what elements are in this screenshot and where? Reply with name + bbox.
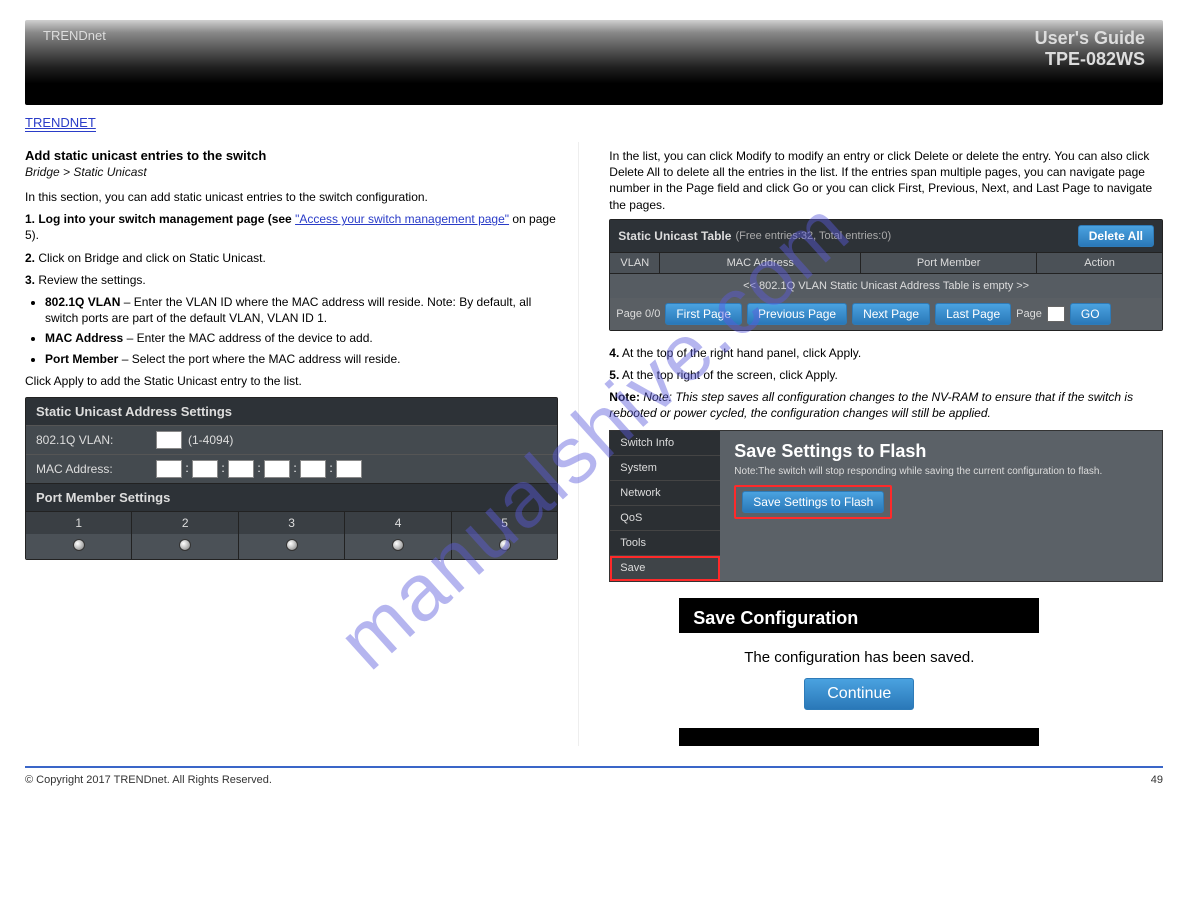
table-empty-msg: << 802.1Q VLAN Static Unicast Address Ta… [610,273,1162,298]
bullet-list: 802.1Q VLAN – Enter the VLAN ID where th… [45,294,558,367]
page-footer: © Copyright 2017 TRENDnet. All Rights Re… [25,766,1163,786]
save-title: Save Settings to Flash [734,441,1148,462]
intro-text: In this section, you can add static unic… [25,189,558,205]
mac-input-4[interactable] [264,460,290,478]
next-page-button[interactable]: Next Page [852,303,930,325]
nav-qos[interactable]: QoS [610,506,720,531]
step1-link[interactable]: "Access your switch management page" [295,212,509,226]
port-radio-4[interactable] [392,539,404,551]
mac-input-2[interactable] [192,460,218,478]
first-page-button[interactable]: First Page [665,303,742,325]
port-member-title: Port Member Settings [26,483,557,511]
list-item: 802.1Q VLAN – Enter the VLAN ID where th… [45,294,558,326]
step-2: 2. Click on Bridge and click on Static U… [25,250,558,266]
vlan-input[interactable] [156,431,182,449]
port-header: 4 [345,512,451,534]
mac-input-6[interactable] [336,460,362,478]
section-title: Add static unicast entries to the switch [25,148,558,163]
port-header: 1 [26,512,132,534]
brand-link[interactable]: TRENDNET [25,115,96,132]
nav-path: Bridge > Static Unicast [25,165,558,179]
continue-button[interactable]: Continue [804,678,914,710]
port-radio-3[interactable] [286,539,298,551]
col-mac: MAC Address [660,253,861,273]
port-header: 3 [239,512,345,534]
step-4: 4. At the top of the right hand panel, c… [609,345,1163,361]
nav-switch-info[interactable]: Switch Info [610,431,720,456]
port-header: 2 [132,512,238,534]
page-input[interactable] [1047,306,1065,322]
go-button[interactable]: GO [1070,303,1111,325]
step-3: 3. Review the settings. [25,272,558,288]
mac-input-3[interactable] [228,460,254,478]
nav-save[interactable]: Save [610,556,720,581]
mac-input-1[interactable] [156,460,182,478]
nav-network[interactable]: Network [610,481,720,506]
right-intro: In the list, you can click Modify to mod… [609,148,1163,213]
model-number: TPE-082WS [1035,49,1145,70]
page-word: Page [1016,308,1042,320]
last-page-button[interactable]: Last Page [935,303,1011,325]
sut-title: Static Unicast Table [618,229,731,243]
port-header: 5 [452,512,557,534]
port-radio-2[interactable] [179,539,191,551]
save-note: Note:The switch will stop responding whi… [734,466,1148,477]
step-5: 5. At the top right of the screen, click… [609,367,1163,383]
port-radio-1[interactable] [73,539,85,551]
nav-system[interactable]: System [610,456,720,481]
sut-meta: (Free entries:32, Total entries:0) [735,230,891,242]
vlan-range: (1-4094) [188,433,233,447]
step-1: 1. Log into your switch management page … [25,211,558,243]
col-action: Action [1037,253,1162,273]
brand-name: TRENDnet [43,28,106,43]
vlan-label: 802.1Q VLAN: [36,433,156,447]
page-label: Page 0/0 [616,308,660,320]
copyright: © Copyright 2017 TRENDnet. All Rights Re… [25,774,272,786]
note-5: Note: Note: This step saves all configur… [609,389,1163,421]
mac-label: MAC Address: [36,462,156,476]
prev-page-button[interactable]: Previous Page [747,303,847,325]
col-vlan: VLAN [610,253,660,273]
mac-input-5[interactable] [300,460,326,478]
save-settings-button[interactable]: Save Settings to Flash [742,491,884,513]
save-conf-title: Save Configuration [679,598,1039,633]
page-number: 49 [1151,774,1163,786]
col-port: Port Member [861,253,1037,273]
page-header: TRENDnet User's Guide TPE-082WS [25,20,1163,105]
panel-title: Static Unicast Address Settings [26,398,557,425]
apply-text: Click Apply to add the Static Unicast en… [25,373,558,389]
save-conf-msg: The configuration has been saved. [689,649,1029,666]
list-item: MAC Address – Enter the MAC address of t… [45,330,558,346]
guide-title: User's Guide [1035,28,1145,49]
delete-all-button[interactable]: Delete All [1078,225,1154,247]
save-confirmation: Save Configuration The configuration has… [679,598,1039,746]
port-radio-5[interactable] [499,539,511,551]
list-item: Port Member – Select the port where the … [45,351,558,367]
nav-tools[interactable]: Tools [610,531,720,556]
